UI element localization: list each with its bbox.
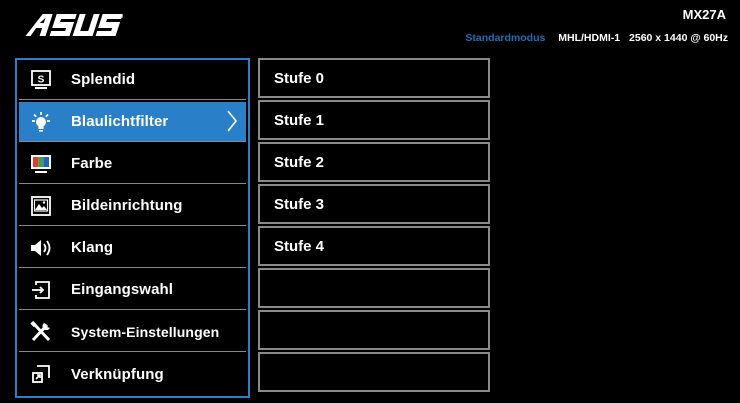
- main-menu: S Splendid Blaulichtfilter Farbe Bildein…: [15, 58, 250, 398]
- menu-item-label: Bildeinrichtung: [71, 197, 183, 214]
- resolution-label: 2560 x 1440 @ 60Hz: [629, 32, 728, 44]
- menu-item-label: System-Einstellungen: [71, 323, 220, 340]
- submenu-empty-slot: [258, 352, 490, 392]
- submenu-blaulichtfilter: Stufe 0 Stufe 1 Stufe 2 Stufe 3 Stufe 4: [258, 58, 490, 394]
- menu-item-label: Klang: [71, 239, 114, 256]
- splendid-icon: S: [29, 69, 53, 91]
- menu-item-verknuepfung[interactable]: Verknüpfung: [19, 354, 246, 394]
- speaker-icon: [29, 237, 53, 259]
- chevron-right-icon: [226, 110, 238, 137]
- menu-item-label: Farbe: [71, 155, 113, 172]
- menu-item-klang[interactable]: Klang: [19, 228, 246, 268]
- menu-item-blaulichtfilter[interactable]: Blaulichtfilter: [19, 102, 246, 142]
- menu-item-label: Splendid: [71, 71, 136, 88]
- menu-item-farbe[interactable]: Farbe: [19, 144, 246, 184]
- menu-item-splendid[interactable]: S Splendid: [19, 60, 246, 100]
- color-mode-label: Standardmodus: [465, 32, 546, 44]
- menu-item-bildeinrichtung[interactable]: Bildeinrichtung: [19, 186, 246, 226]
- menu-item-label: Blaulichtfilter: [71, 113, 169, 130]
- menu-item-system-einstellungen[interactable]: System-Einstellungen: [19, 312, 246, 352]
- submenu-empty-slot: [258, 310, 490, 350]
- submenu-option-stufe-4[interactable]: Stufe 4: [258, 226, 490, 266]
- menu-item-label: Verknüpfung: [71, 365, 164, 383]
- image-icon: [29, 195, 53, 217]
- status-bar: Standardmodus MHL/HDMI-1 2560 x 1440 @ 6…: [465, 32, 728, 44]
- submenu-empty-slot: [258, 268, 490, 308]
- input-source-label: MHL/HDMI-1: [558, 32, 621, 44]
- tools-icon: [29, 320, 53, 343]
- submenu-option-stufe-1[interactable]: Stufe 1: [258, 100, 490, 140]
- menu-item-label: Eingangswahl: [71, 281, 174, 298]
- shortcut-icon: [29, 363, 53, 385]
- bluelight-bulb-icon: [29, 111, 53, 133]
- color-icon: [29, 153, 53, 175]
- input-select-icon: [29, 279, 53, 301]
- submenu-option-stufe-3[interactable]: Stufe 3: [258, 184, 490, 224]
- model-name: MX27A: [682, 7, 726, 22]
- submenu-option-stufe-0[interactable]: Stufe 0: [258, 58, 490, 98]
- asus-logo: [24, 10, 124, 40]
- menu-item-eingangswahl[interactable]: Eingangswahl: [19, 270, 246, 310]
- submenu-option-stufe-2[interactable]: Stufe 2: [258, 142, 490, 182]
- svg-text:S: S: [38, 74, 45, 85]
